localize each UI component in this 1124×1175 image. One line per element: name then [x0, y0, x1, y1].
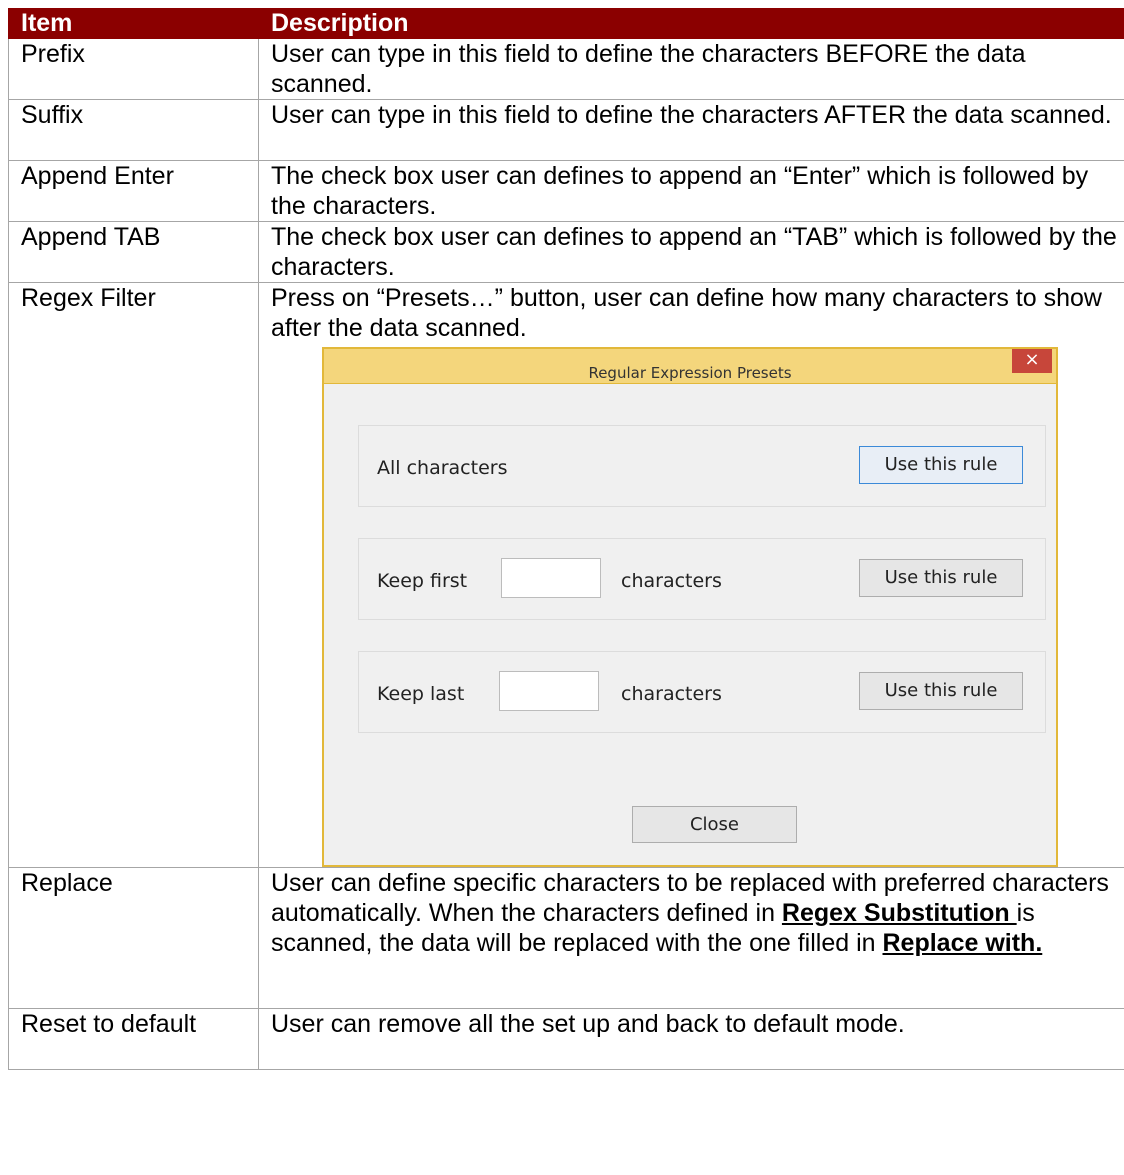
regex-substitution-term: Regex Substitution	[781, 899, 1017, 927]
replace-with-term: Replace with.	[882, 929, 1043, 957]
rule-keep-first: Keep first characters Use this rule	[358, 538, 1046, 620]
rule-suffix-label: characters	[621, 683, 722, 705]
rule-suffix-label: characters	[621, 570, 722, 592]
description-cell: The check box user can defines to append…	[258, 160, 1124, 222]
regex-description: Press on “Presets…” button, user can def…	[271, 284, 1102, 342]
item-cell: Replace	[8, 867, 259, 1009]
close-button[interactable]: Close	[632, 806, 797, 843]
rule-label: All characters	[377, 457, 508, 479]
spec-table: Item Description Prefix User can type in…	[8, 8, 1124, 1070]
item-cell: Reset to default	[8, 1008, 259, 1070]
dialog-title: Regular Expression Presets	[588, 364, 792, 382]
rule-all-characters: All characters Use this rule	[358, 425, 1046, 507]
item-cell: Prefix	[8, 38, 259, 100]
regex-presets-dialog: Regular Expression Presets × All charact…	[322, 347, 1058, 867]
table-row: Replace User can define specific charact…	[8, 867, 1124, 1009]
rule-keep-last: Keep last characters Use this rule	[358, 651, 1046, 733]
description-cell: User can type in this field to define th…	[258, 99, 1124, 161]
close-icon[interactable]: ×	[1012, 349, 1052, 373]
table-row: Prefix User can type in this field to de…	[8, 38, 1124, 100]
table-row: Regex Filter Press on “Presets…” button,…	[8, 282, 1124, 868]
description-cell: The check box user can defines to append…	[258, 221, 1124, 283]
item-cell: Append Enter	[8, 160, 259, 222]
table-row: Suffix User can type in this field to de…	[8, 99, 1124, 161]
description-cell: User can type in this field to define th…	[258, 38, 1124, 100]
dialog-titlebar: Regular Expression Presets ×	[324, 349, 1056, 384]
header-description: Description	[258, 8, 1124, 39]
rule-label: Keep last	[377, 683, 465, 705]
table-header-row: Item Description	[8, 8, 1124, 39]
table-row: Reset to default User can remove all the…	[8, 1008, 1124, 1070]
table-row: Append TAB The check box user can define…	[8, 221, 1124, 283]
keep-last-input[interactable]	[499, 671, 599, 711]
header-item: Item	[8, 8, 259, 39]
use-rule-button[interactable]: Use this rule	[859, 446, 1023, 484]
item-cell: Append TAB	[8, 221, 259, 283]
description-cell: Press on “Presets…” button, user can def…	[258, 282, 1124, 868]
use-rule-button[interactable]: Use this rule	[859, 559, 1023, 597]
use-rule-button[interactable]: Use this rule	[859, 672, 1023, 710]
description-cell: User can define specific characters to b…	[258, 867, 1124, 1009]
item-cell: Regex Filter	[8, 282, 259, 868]
table-row: Append Enter The check box user can defi…	[8, 160, 1124, 222]
keep-first-input[interactable]	[501, 558, 601, 598]
description-cell: User can remove all the set up and back …	[258, 1008, 1124, 1070]
item-cell: Suffix	[8, 99, 259, 161]
rule-label: Keep first	[377, 570, 468, 592]
